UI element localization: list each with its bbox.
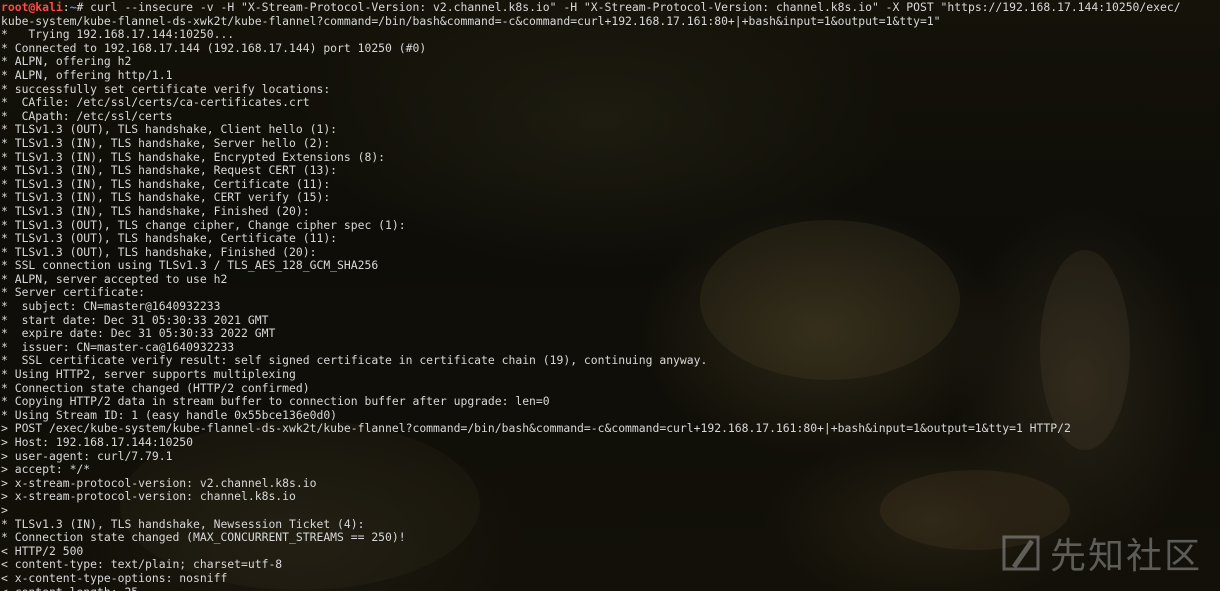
output-line: * successfully set certificate verify lo… [1, 81, 331, 96]
output-line: kube-system/kube-flannel-ds-xwk2t/kube-f… [1, 13, 941, 28]
watermark: 先知社区 [1002, 527, 1202, 579]
output-line: * issuer: CN=master-ca@1640932233 [1, 339, 235, 354]
output-lines: kube-system/kube-flannel-ds-xwk2t/kube-f… [1, 13, 1181, 591]
output-line: * expire date: Dec 31 05:30:33 2022 GMT [1, 326, 276, 341]
output-line: * TLSv1.3 (IN), TLS handshake, Certifica… [1, 176, 331, 191]
output-line: * Using HTTP2, server supports multiplex… [1, 367, 296, 382]
prompt-user-host: root@kali [1, 0, 63, 14]
output-line: < content-length: 25 [1, 585, 1181, 591]
output-line: > user-agent: curl/7.79.1 [1, 448, 173, 463]
output-line: > accept: */* [1, 462, 91, 477]
output-line: * TLSv1.3 (IN), TLS handshake, Request C… [1, 163, 338, 178]
output-line: > POST /exec/kube-system/kube-flannel-ds… [1, 421, 1071, 436]
output-line: * TLSv1.3 (OUT), TLS handshake, Certific… [1, 231, 338, 246]
output-line: * SSL certificate verify result: self si… [1, 353, 708, 368]
output-line: * Copying HTTP/2 data in stream buffer t… [1, 394, 550, 409]
output-line: * Using Stream ID: 1 (easy handle 0x55bc… [1, 407, 338, 422]
output-line: * TLSv1.3 (IN), TLS handshake, Encrypted… [1, 149, 386, 164]
output-line: * ALPN, offering http/1.1 [1, 67, 173, 82]
prompt-symbol: # [76, 0, 91, 14]
terminal-output[interactable]: root@kali:~# curl --insecure -v -H "X-St… [1, 0, 1181, 591]
xianzhi-logo-icon [1002, 535, 1040, 571]
terminal-window[interactable]: root@kali:~# curl --insecure -v -H "X-St… [0, 0, 1220, 591]
output-line: * Connected to 192.168.17.144 (192.168.1… [1, 40, 427, 55]
output-line: * TLSv1.3 (OUT), TLS handshake, Client h… [1, 122, 338, 137]
output-line: > [1, 502, 8, 517]
output-line: * CAfile: /etc/ssl/certs/ca-certificates… [1, 95, 310, 110]
command-text: curl --insecure -v -H "X-Stream-Protocol… [90, 0, 1181, 14]
output-line: * SSL connection using TLSv1.3 / TLS_AES… [1, 258, 379, 273]
command-line: root@kali:~# curl --insecure -v -H "X-St… [1, 0, 1181, 15]
watermark-text: 先知社区 [1049, 536, 1202, 577]
output-line: * ALPN, server accepted to use h2 [1, 271, 228, 286]
output-line: * TLSv1.3 (OUT), TLS handshake, Finished… [1, 244, 317, 259]
output-line: * Connection state changed (HTTP/2 confi… [1, 380, 310, 395]
output-line: > x-stream-protocol-version: channel.k8s… [1, 489, 296, 504]
output-line: * start date: Dec 31 05:30:33 2021 GMT [1, 312, 269, 327]
output-line: > x-stream-protocol-version: v2.channel.… [1, 475, 317, 490]
output-line: * ALPN, offering h2 [1, 54, 132, 69]
output-line: * Server certificate: [1, 285, 146, 300]
output-line: * subject: CN=master@1640932233 [1, 299, 221, 314]
output-line: * CApath: /etc/ssl/certs [1, 108, 173, 123]
output-line: > Host: 192.168.17.144:10250 [1, 435, 194, 449]
output-line: * TLSv1.3 (IN), TLS handshake, Finished … [1, 203, 310, 218]
prompt-separator: : [62, 0, 70, 14]
output-line: * TLSv1.3 (IN), TLS handshake, Server he… [1, 135, 331, 150]
output-line: * TLSv1.3 (IN), TLS handshake, CERT veri… [1, 190, 331, 205]
output-line: * Trying 192.168.17.144:10250... [1, 27, 235, 42]
output-line: * TLSv1.3 (OUT), TLS change cipher, Chan… [1, 217, 406, 232]
